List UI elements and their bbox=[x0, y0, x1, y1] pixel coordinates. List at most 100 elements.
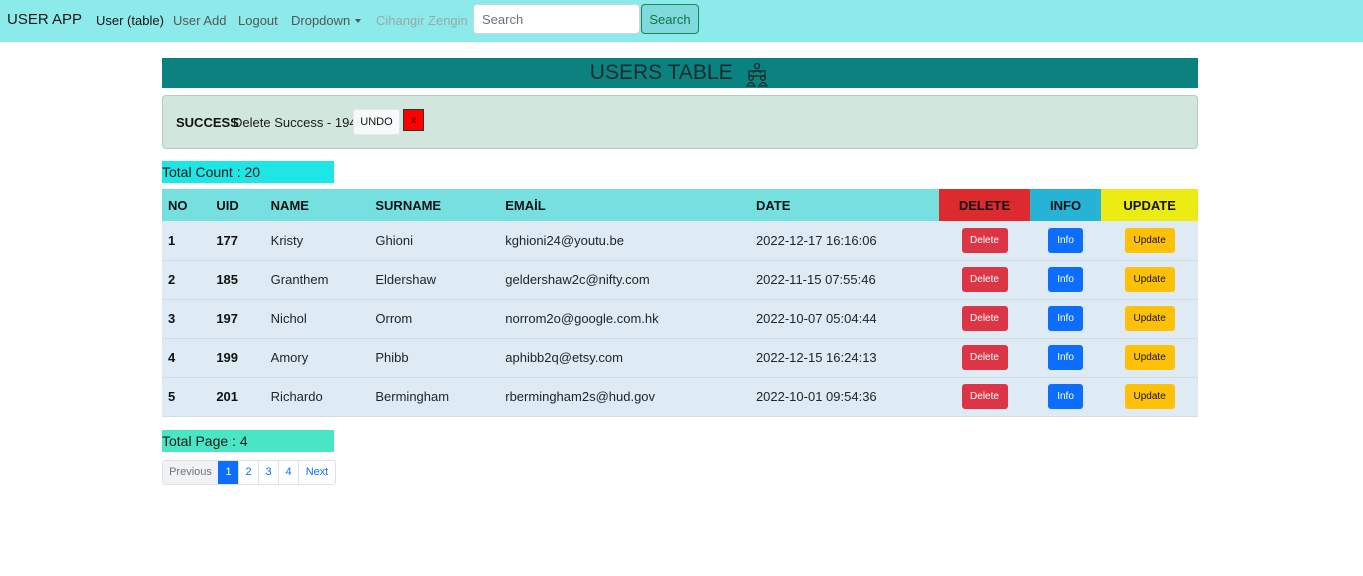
update-button[interactable]: Update bbox=[1124, 306, 1175, 331]
cell-no: 4 bbox=[162, 338, 211, 378]
header-info: INFO bbox=[1029, 189, 1102, 221]
pagination-page-2[interactable]: 2 bbox=[238, 461, 258, 484]
cell-name: Amory bbox=[264, 338, 370, 378]
header-delete: DELETE bbox=[939, 189, 1030, 221]
delete-button[interactable]: Delete bbox=[961, 267, 1008, 292]
alert-title: SUCCESS bbox=[176, 115, 239, 130]
close-alert-button[interactable]: x bbox=[403, 109, 424, 131]
brand[interactable]: USER APP bbox=[7, 11, 82, 28]
pagination-page-1[interactable]: 1 bbox=[218, 461, 238, 484]
cell-surname: Phibb bbox=[369, 338, 500, 378]
table-row: 2 185 Granthem Eldershaw geldershaw2c@ni… bbox=[162, 260, 1198, 300]
delete-button[interactable]: Delete bbox=[961, 227, 1008, 253]
update-button[interactable]: Update bbox=[1124, 384, 1175, 409]
header-email: EMAİL bbox=[499, 189, 750, 221]
update-button[interactable]: Update bbox=[1124, 227, 1175, 253]
cell-name: Kristy bbox=[264, 221, 370, 261]
update-button[interactable]: Update bbox=[1124, 267, 1175, 292]
title-bar: USERS TABLE bbox=[162, 58, 1198, 88]
nav-link-user-name: Cihangir Zengin bbox=[376, 13, 468, 28]
table-row: 1 177 Kristy Ghioni kghioni24@youtu.be 2… bbox=[162, 221, 1198, 261]
cell-email: aphibb2q@etsy.com bbox=[499, 338, 750, 378]
cell-delete: Delete bbox=[939, 260, 1030, 300]
header-date: DATE bbox=[749, 189, 940, 221]
cell-uid: 201 bbox=[210, 377, 265, 417]
table-header-row: NO UID NAME SURNAME EMAİL DATE DELETE IN… bbox=[162, 189, 1198, 221]
cell-update: Update bbox=[1101, 260, 1198, 300]
total-count: Total Count : 20 bbox=[162, 161, 334, 183]
navbar: USER APP User (table) User Add Logout Dr… bbox=[0, 0, 1363, 42]
cell-date: 2022-12-15 16:24:13 bbox=[749, 338, 940, 378]
info-button[interactable]: Info bbox=[1048, 384, 1084, 409]
delete-button[interactable]: Delete bbox=[961, 384, 1008, 409]
cell-info: Info bbox=[1029, 338, 1102, 378]
header-update: UPDATE bbox=[1101, 189, 1198, 221]
cell-no: 2 bbox=[162, 260, 211, 300]
cell-no: 3 bbox=[162, 299, 211, 339]
cell-surname: Bermingham bbox=[369, 377, 500, 417]
info-button[interactable]: Info bbox=[1048, 227, 1084, 253]
cell-delete: Delete bbox=[939, 221, 1030, 261]
nav-link-user-add[interactable]: User Add bbox=[173, 13, 226, 28]
pagination-page-4[interactable]: 4 bbox=[278, 461, 298, 484]
undo-button[interactable]: UNDO bbox=[353, 109, 400, 135]
cell-email: geldershaw2c@nifty.com bbox=[499, 260, 750, 300]
cell-no: 1 bbox=[162, 221, 211, 261]
cell-no: 5 bbox=[162, 377, 211, 417]
info-button[interactable]: Info bbox=[1048, 345, 1084, 370]
table-row: 5 201 Richardo Bermingham rbermingham2s@… bbox=[162, 377, 1198, 417]
table-row: 3 197 Nichol Orrom norrom2o@google.com.h… bbox=[162, 299, 1198, 339]
header-no: NO bbox=[162, 189, 211, 221]
cell-update: Update bbox=[1101, 221, 1198, 261]
header-uid: UID bbox=[210, 189, 265, 221]
cell-name: Richardo bbox=[264, 377, 370, 417]
search-button[interactable]: Search bbox=[641, 4, 699, 34]
cell-update: Update bbox=[1101, 338, 1198, 378]
delete-button[interactable]: Delete bbox=[961, 306, 1008, 331]
cell-delete: Delete bbox=[939, 338, 1030, 378]
pagination-page-3[interactable]: 3 bbox=[258, 461, 278, 484]
search-input[interactable] bbox=[473, 4, 640, 34]
pagination-next[interactable]: Next bbox=[298, 461, 335, 484]
cell-uid: 199 bbox=[210, 338, 265, 378]
info-button[interactable]: Info bbox=[1048, 267, 1084, 292]
nav-link-user-table[interactable]: User (table) bbox=[96, 13, 164, 28]
cell-update: Update bbox=[1101, 377, 1198, 417]
cell-date: 2022-11-15 07:55:46 bbox=[749, 260, 940, 300]
cell-name: Nichol bbox=[264, 299, 370, 339]
page-title: USERS TABLE bbox=[589, 61, 733, 84]
nav-dropdown-label: Dropdown bbox=[291, 13, 351, 28]
cell-date: 2022-10-01 09:54:36 bbox=[749, 377, 940, 417]
cell-update: Update bbox=[1101, 299, 1198, 339]
cell-uid: 185 bbox=[210, 260, 265, 300]
pagination: Previous 1 2 3 4 Next bbox=[162, 460, 336, 485]
cell-info: Info bbox=[1029, 377, 1102, 417]
nav-dropdown[interactable]: Dropdown bbox=[291, 13, 362, 28]
header-name: NAME bbox=[264, 189, 370, 221]
header-surname: SURNAME bbox=[369, 189, 500, 221]
total-page: Total Page : 4 bbox=[162, 430, 334, 452]
alert-message: Delete Success - 194 bbox=[233, 115, 357, 130]
success-alert: SUCCESS Delete Success - 194 UNDO x bbox=[162, 95, 1198, 149]
cell-delete: Delete bbox=[939, 377, 1030, 417]
info-button[interactable]: Info bbox=[1048, 306, 1084, 331]
cell-date: 2022-12-17 16:16:06 bbox=[749, 221, 940, 261]
update-button[interactable]: Update bbox=[1124, 345, 1175, 370]
nav-link-logout[interactable]: Logout bbox=[238, 13, 278, 28]
cell-email: rbermingham2s@hud.gov bbox=[499, 377, 750, 417]
cell-name: Granthem bbox=[264, 260, 370, 300]
users-group-icon bbox=[746, 62, 769, 87]
users-table: NO UID NAME SURNAME EMAİL DATE DELETE IN… bbox=[162, 189, 1198, 417]
cell-uid: 197 bbox=[210, 299, 265, 339]
cell-uid: 177 bbox=[210, 221, 265, 261]
table-row: 4 199 Amory Phibb aphibb2q@etsy.com 2022… bbox=[162, 338, 1198, 378]
delete-button[interactable]: Delete bbox=[961, 345, 1008, 370]
cell-surname: Eldershaw bbox=[369, 260, 500, 300]
cell-email: kghioni24@youtu.be bbox=[499, 221, 750, 261]
cell-info: Info bbox=[1029, 260, 1102, 300]
cell-info: Info bbox=[1029, 221, 1102, 261]
cell-info: Info bbox=[1029, 299, 1102, 339]
pagination-previous[interactable]: Previous bbox=[163, 461, 218, 484]
cell-surname: Ghioni bbox=[369, 221, 500, 261]
cell-surname: Orrom bbox=[369, 299, 500, 339]
